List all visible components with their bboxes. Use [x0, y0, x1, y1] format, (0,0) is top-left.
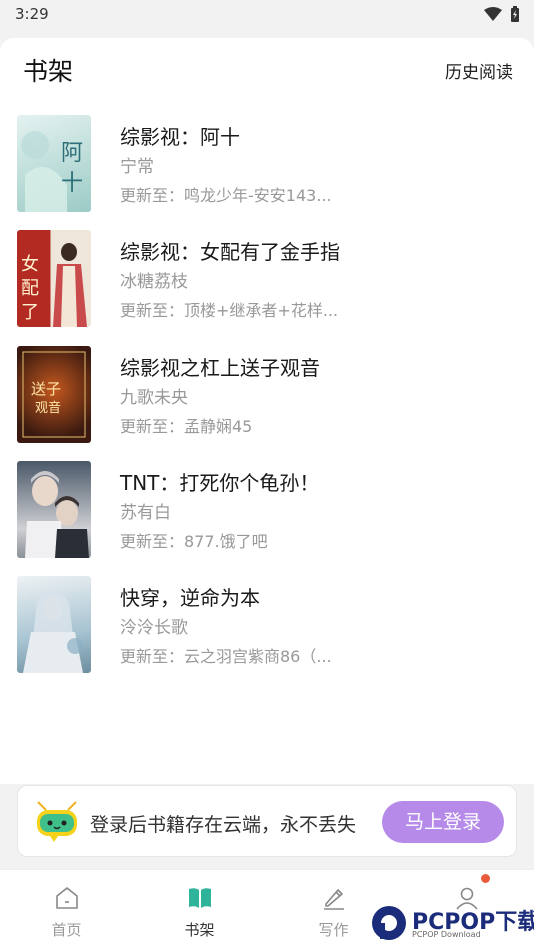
cover-art — [23, 591, 83, 673]
book-author: 九歌未央 — [120, 388, 188, 408]
pcpop-watermark: PCPOP下载 PCPOP Download — [370, 900, 534, 948]
notification-dot — [481, 874, 490, 883]
nav-item-home[interactable]: 首页 — [0, 870, 133, 950]
cover-art: 阿 十 — [21, 131, 83, 212]
chat-mascot-icon — [37, 801, 77, 842]
book-author: 冰糖荔枝 — [120, 272, 188, 292]
cover-art: 女 配 了 — [21, 243, 87, 327]
svg-text:了: 了 — [21, 302, 39, 323]
book-cover: 送子 观音 — [17, 346, 91, 443]
book-title: TNT：打死你个龟孙！ — [120, 471, 320, 495]
nav-item-bookshelf[interactable]: 书架 — [133, 870, 266, 950]
page-title: 书架 — [23, 57, 74, 86]
status-time: 3:29 — [15, 5, 49, 23]
home-icon — [55, 887, 78, 909]
book-cover: 阿 十 — [17, 115, 91, 212]
svg-text:配: 配 — [21, 278, 39, 299]
book-item[interactable]: 阿 十 综影视：阿十 宁常 更新至：鸣龙少年-安安143... — [17, 115, 517, 213]
book-cover — [17, 461, 91, 558]
book-latest-chapter: 更新至：顶楼+继承者+花样... — [120, 301, 339, 320]
svg-text:十: 十 — [61, 171, 83, 196]
battery-charging-icon — [511, 6, 519, 22]
book-item[interactable]: TNT：打死你个龟孙！ 苏有白 更新至：877.饿了吧 — [17, 461, 517, 559]
nav-label: 首页 — [51, 921, 82, 939]
book-latest-chapter: 更新至：云之羽宫紫商86（... — [120, 647, 332, 666]
pen-icon — [323, 889, 344, 910]
book-item[interactable]: 送子 观音 综影视之杠上送子观音 九歌未央 更新至：孟静娴45 — [17, 346, 517, 444]
cover-art — [25, 471, 89, 558]
status-icons — [484, 6, 520, 22]
svg-text:阿: 阿 — [61, 141, 83, 166]
nav-label: 书架 — [184, 921, 215, 939]
svg-text:送子: 送子 — [31, 380, 61, 398]
top-bar: 书架 历史阅读 — [0, 38, 534, 98]
cover-art: 送子 观音 — [22, 351, 86, 438]
book-author: 泠泠长歌 — [120, 618, 188, 638]
book-author: 苏有白 — [120, 503, 171, 523]
book-item[interactable]: 女 配 了 综影视：女配有了金手指 冰糖荔枝 更新至：顶楼+继承者+花样... — [17, 230, 517, 328]
svg-text:观音: 观音 — [35, 400, 61, 416]
book-title: 综影视：阿十 — [120, 125, 240, 149]
watermark-subtext: PCPOP Download — [412, 930, 481, 939]
book-author: 宁常 — [120, 157, 154, 177]
book-latest-chapter: 更新至：鸣龙少年-安安143... — [120, 186, 332, 205]
book-latest-chapter: 更新至：孟静娴45 — [120, 417, 253, 436]
book-cover: 女 配 了 — [17, 230, 91, 327]
login-prompt-text: 登录后书籍存在云端，永不丢失 — [90, 814, 357, 836]
login-banner: 登录后书籍存在云端，永不丢失 马上登录 — [17, 785, 517, 857]
book-item[interactable]: 快穿，逆命为本 泠泠长歌 更新至：云之羽宫紫商86（... — [17, 576, 517, 674]
book-latest-chapter: 更新至：877.饿了吧 — [120, 532, 268, 551]
book-title: 快穿，逆命为本 — [120, 586, 260, 610]
svg-text:女: 女 — [21, 254, 39, 275]
login-button[interactable]: 马上登录 — [382, 801, 504, 843]
pcpop-logo-icon — [372, 906, 406, 940]
bookshelf-list: 阿 十 综影视：阿十 宁常 更新至：鸣龙少年-安安143... 女 配 了 综影… — [0, 96, 534, 784]
history-reading-link[interactable]: 历史阅读 — [445, 58, 513, 83]
open-book-icon — [188, 888, 211, 908]
book-title: 综影视之杠上送子观音 — [120, 356, 320, 380]
book-cover — [17, 576, 91, 673]
wifi-icon — [484, 7, 502, 21]
status-bar: 3:29 — [0, 0, 534, 28]
book-title: 综影视：女配有了金手指 — [120, 240, 340, 264]
